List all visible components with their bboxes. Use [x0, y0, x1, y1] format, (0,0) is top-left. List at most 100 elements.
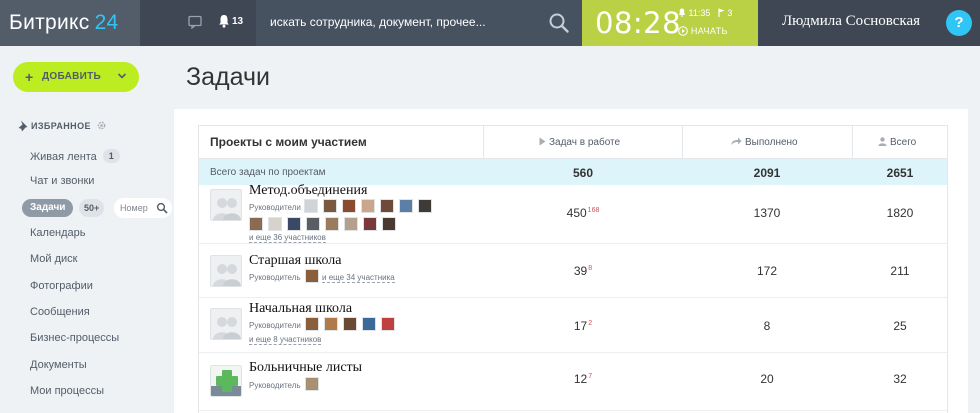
- member-avatars: [304, 199, 444, 215]
- row-in-work[interactable]: 398: [533, 264, 633, 278]
- sidebar-item-tasks[interactable]: Задачи: [22, 199, 74, 217]
- row-in-work[interactable]: 172: [533, 319, 633, 333]
- notifications-counter[interactable]: 13: [232, 16, 243, 27]
- row-in-work[interactable]: 127: [533, 372, 633, 386]
- arrow-right-icon: [731, 137, 742, 145]
- help-button[interactable]: ?: [946, 10, 972, 36]
- avatar[interactable]: [268, 217, 282, 231]
- project-role: Руководители: [249, 203, 301, 212]
- project-name[interactable]: Старшая школа: [249, 253, 341, 269]
- search-box: [256, 0, 582, 46]
- group-icon: [213, 264, 241, 286]
- project-role: Руководитель: [249, 381, 301, 390]
- sidebar-item-business-processes[interactable]: Бизнес-процессы: [30, 332, 119, 344]
- task-number-search: [114, 198, 172, 218]
- avatar[interactable]: [418, 199, 432, 213]
- avatar[interactable]: [325, 217, 339, 231]
- row-total[interactable]: 1820: [850, 206, 947, 220]
- user-menu[interactable]: Людмила Сосновская: [758, 0, 938, 46]
- column-divider: [483, 126, 484, 159]
- task-number-input[interactable]: [120, 201, 158, 215]
- sidebar-item-label: Мой диск: [30, 253, 78, 265]
- avatar[interactable]: [361, 199, 375, 213]
- logo[interactable]: Битрикс 24: [0, 0, 140, 46]
- help-area: ?: [938, 0, 980, 46]
- sidebar-item-calendar[interactable]: Календарь: [30, 227, 86, 239]
- row-total[interactable]: 25: [850, 319, 947, 333]
- avatar[interactable]: [381, 317, 395, 331]
- avatar[interactable]: [249, 217, 263, 231]
- avatar[interactable]: [305, 269, 319, 283]
- sidebar-item-live-feed[interactable]: Живая лента 1: [30, 149, 120, 163]
- avatar[interactable]: [324, 317, 338, 331]
- row-done[interactable]: 20: [717, 372, 817, 386]
- more-members-link[interactable]: и еще 8 участников: [249, 335, 322, 345]
- sidebar-item-label: Мои процессы: [30, 385, 104, 397]
- add-button[interactable]: + ДОБАВИТЬ: [13, 62, 139, 92]
- start-day-button[interactable]: НАЧАТЬ: [678, 26, 728, 36]
- avatar[interactable]: [304, 199, 318, 213]
- column-total[interactable]: Всего: [878, 137, 916, 148]
- row-done[interactable]: 8: [717, 319, 817, 333]
- sidebar-item-label: Календарь: [30, 227, 86, 239]
- project-avatar[interactable]: [210, 308, 242, 340]
- project-name[interactable]: Больничные листы: [249, 360, 362, 376]
- sidebar-item-chat[interactable]: Чат и звонки: [30, 175, 94, 187]
- avatar[interactable]: [305, 377, 319, 391]
- avatar[interactable]: [343, 317, 357, 331]
- avatar[interactable]: [380, 199, 394, 213]
- avatar[interactable]: [306, 217, 320, 231]
- alarm-icon: [678, 8, 686, 17]
- play-icon: [539, 137, 546, 146]
- project-avatar[interactable]: [210, 189, 242, 221]
- project-name[interactable]: Метод.объединения: [249, 183, 367, 199]
- gear-icon[interactable]: [96, 120, 107, 131]
- project-role: Руководители: [249, 321, 301, 330]
- column-done[interactable]: Выполнено: [730, 137, 798, 148]
- alarm-time: 11:35: [688, 8, 711, 18]
- avatar[interactable]: [305, 317, 319, 331]
- avatar[interactable]: [342, 199, 356, 213]
- avatar[interactable]: [399, 199, 413, 213]
- table-row: Начальная школа Руководители и еще 8 уча…: [199, 298, 947, 353]
- sidebar-item-documents[interactable]: Документы: [30, 359, 87, 371]
- summary-done[interactable]: 2091: [717, 166, 817, 180]
- project-avatar[interactable]: [210, 365, 242, 397]
- counter-badge: 8: [588, 265, 593, 272]
- search-icon[interactable]: [548, 12, 570, 34]
- search-input[interactable]: [270, 12, 540, 32]
- column-in-work[interactable]: Задач в работе: [539, 137, 620, 148]
- sidebar-item-my-drive[interactable]: Мой диск: [30, 253, 77, 265]
- row-in-work[interactable]: 450168: [533, 206, 633, 220]
- avatar[interactable]: [382, 217, 396, 231]
- summary-in-work[interactable]: 560: [533, 166, 633, 180]
- avatar[interactable]: [363, 217, 377, 231]
- row-total[interactable]: 32: [850, 372, 947, 386]
- sidebar-item-label: Чат и звонки: [30, 175, 95, 187]
- project-name[interactable]: Начальная школа: [249, 301, 352, 317]
- more-members-link[interactable]: и еще 36 участников: [249, 233, 326, 243]
- row-done[interactable]: 1370: [717, 206, 817, 220]
- row-total[interactable]: 211: [850, 264, 947, 278]
- avatar[interactable]: [344, 217, 358, 231]
- summary-total[interactable]: 2651: [850, 166, 947, 180]
- sidebar-item-photos[interactable]: Фотографии: [30, 280, 93, 292]
- member-avatars: [305, 269, 321, 285]
- work-day-widget[interactable]: 08:28 11:35 3 НАЧАТЬ: [582, 0, 758, 46]
- search-icon[interactable]: [156, 202, 168, 214]
- sidebar-item-my-processes[interactable]: Мои процессы: [30, 385, 104, 397]
- project-avatar[interactable]: [210, 255, 242, 287]
- sidebar-item-messages[interactable]: Сообщения: [30, 306, 90, 318]
- chat-icon[interactable]: [188, 15, 202, 29]
- bell-icon[interactable]: [218, 14, 230, 28]
- sidebar-item-badge: 1: [102, 149, 120, 163]
- avatar[interactable]: [323, 199, 337, 213]
- flag-count: 3: [727, 8, 733, 18]
- more-members-link[interactable]: и еще 34 участника: [322, 273, 395, 283]
- member-avatars: [249, 217, 419, 233]
- avatar[interactable]: [362, 317, 376, 331]
- table-row: Старшая школа Руководитель и еще 34 учас…: [199, 244, 947, 298]
- row-done[interactable]: 172: [717, 264, 817, 278]
- avatar[interactable]: [287, 217, 301, 231]
- projects-table: Проекты с моим участием Задач в работе В…: [198, 125, 948, 413]
